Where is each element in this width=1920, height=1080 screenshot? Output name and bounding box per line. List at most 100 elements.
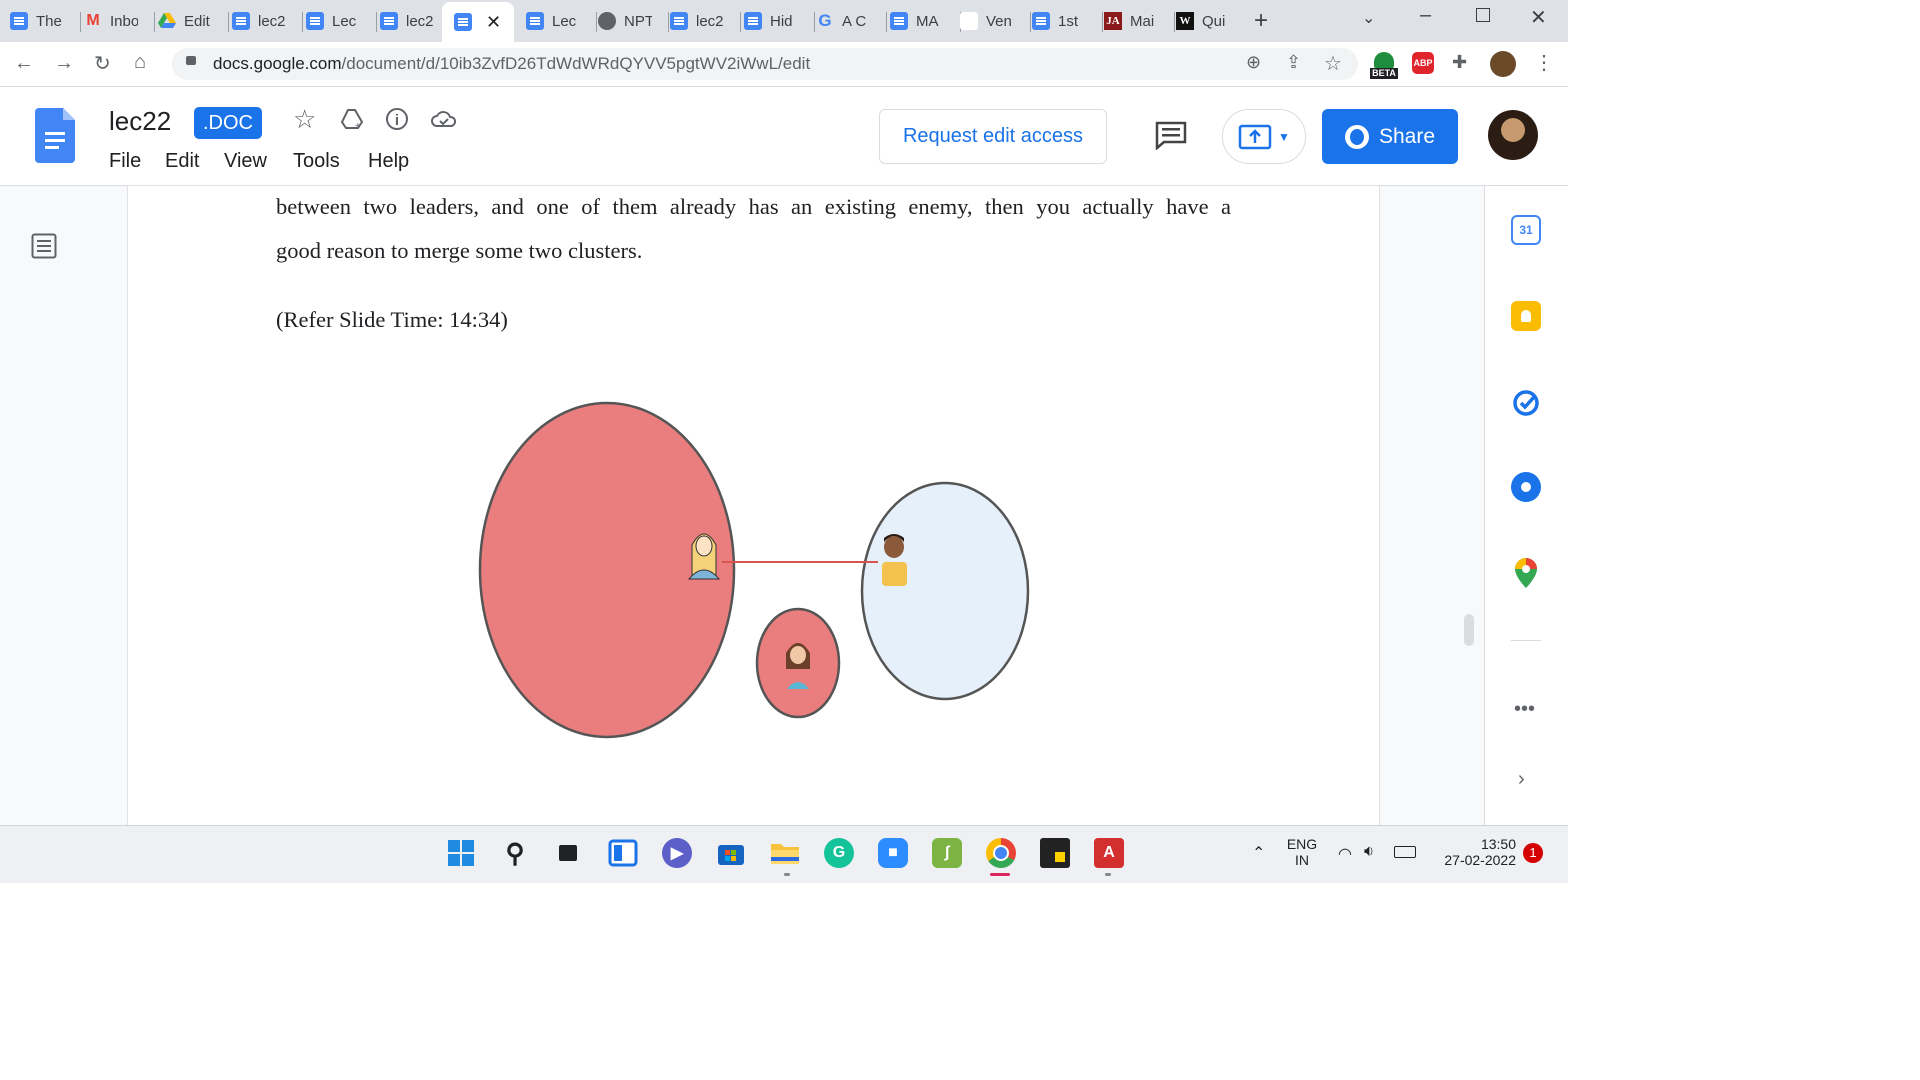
blank-icon (960, 12, 978, 30)
move-to-drive-icon[interactable]: + (340, 108, 364, 132)
star-icon[interactable]: ☆ (293, 104, 316, 135)
acrobat-icon[interactable]: A (1094, 838, 1124, 868)
request-edit-access-button[interactable]: Request edit access (879, 109, 1107, 164)
zoom-icon[interactable]: ⊕ (1246, 52, 1261, 73)
file-explorer-icon[interactable] (770, 838, 800, 868)
lock-icon[interactable] (186, 56, 196, 65)
widgets-icon[interactable] (608, 838, 638, 868)
menu-edit[interactable]: Edit (165, 150, 199, 173)
slide-reference: (Refer Slide Time: 14:34) (276, 307, 508, 332)
tab[interactable]: MA (890, 4, 961, 38)
minimize-icon[interactable]: – (1420, 4, 1431, 27)
tab[interactable]: Lec (526, 4, 597, 38)
search-icon[interactable]: ⚲ (500, 838, 530, 868)
forward-icon[interactable]: → (54, 52, 74, 75)
window-close-icon[interactable]: ✕ (1530, 5, 1547, 30)
tab[interactable]: The (10, 4, 81, 38)
tab[interactable]: Lec (306, 4, 377, 38)
tab[interactable]: Ven (960, 4, 1031, 38)
active-app-indicator (990, 873, 1010, 876)
comments-icon[interactable] (1154, 120, 1188, 151)
new-tab-icon[interactable]: + (1254, 7, 1268, 35)
tab[interactable]: Hid (744, 4, 815, 38)
battery-icon[interactable] (1394, 846, 1416, 858)
chrome-icon[interactable] (986, 838, 1016, 868)
tab[interactable]: M Inbo (84, 4, 155, 38)
tab[interactable]: JA Mai (1104, 4, 1175, 38)
doc-title[interactable]: lec22 (109, 106, 171, 137)
format-badge: .DOC (194, 107, 262, 139)
docs-icon (232, 12, 250, 30)
reload-icon[interactable]: ↻ (94, 51, 111, 76)
share-page-icon[interactable]: ⇪ (1286, 52, 1301, 73)
gmail-icon: M (86, 12, 100, 29)
chevron-right-icon[interactable]: › (1518, 768, 1525, 791)
task-view-icon[interactable] (553, 838, 583, 868)
docs-icon (890, 12, 908, 30)
maps-icon[interactable] (1511, 558, 1541, 588)
tab[interactable]: lec2 (232, 4, 303, 38)
chevron-down-icon: ▼ (1278, 129, 1290, 144)
tab[interactable]: Edit (158, 4, 229, 38)
sticky-notes-icon[interactable] (1040, 838, 1070, 868)
menu-help[interactable]: Help (368, 150, 409, 173)
clock[interactable]: 13:50 27-02-2022 (1430, 836, 1516, 868)
tab[interactable]: W Qui (1176, 4, 1246, 38)
wifi-icon[interactable]: ◠ (1338, 844, 1352, 864)
menu-view[interactable]: View (224, 150, 267, 173)
language-indicator[interactable]: ENG IN (1284, 836, 1320, 868)
back-icon[interactable]: ← (14, 52, 34, 75)
notepad-icon[interactable]: ʃ (932, 838, 962, 868)
info-icon[interactable]: i (386, 108, 408, 130)
more-icon[interactable]: ••• (1514, 698, 1535, 721)
slide-image (478, 401, 1030, 739)
extensions-puzzle-icon[interactable]: ✚ (1452, 52, 1467, 73)
menu-tools[interactable]: Tools (293, 150, 340, 173)
home-icon[interactable]: ⌂ (134, 51, 146, 74)
docs-icon (10, 12, 28, 30)
w-icon: W (1176, 12, 1194, 30)
tab[interactable]: 1st (1032, 4, 1103, 38)
restore-icon[interactable] (1476, 8, 1490, 22)
cloud-saved-icon[interactable] (431, 110, 457, 128)
divider (1511, 640, 1541, 641)
volume-icon[interactable]: 🔉︎ (1364, 843, 1374, 861)
tab-active[interactable]: ✕ (442, 2, 514, 42)
teams-chat-icon[interactable]: ▶ (662, 838, 692, 868)
contacts-icon[interactable] (1511, 472, 1541, 502)
document-outline-icon[interactable] (31, 233, 57, 259)
show-hidden-icons-icon[interactable]: ⌃ (1252, 843, 1265, 863)
tab[interactable]: NPT (598, 4, 669, 38)
tab[interactable]: lec2 (380, 4, 450, 38)
scrollbar-thumb[interactable] (1464, 614, 1474, 646)
tab-strip: The M Inbo Edit lec2 Lec lec2 ✕ Lec NPT l… (0, 0, 1568, 42)
notification-badge[interactable]: 1 (1523, 843, 1543, 863)
tab[interactable]: GA C (816, 4, 887, 38)
extension-beta-icon[interactable]: BETA (1370, 52, 1398, 80)
present-button[interactable]: ▼ (1222, 109, 1306, 164)
close-icon[interactable]: ✕ (486, 12, 501, 33)
grammarly-icon[interactable]: G (824, 838, 854, 868)
adblock-icon[interactable]: ABP (1412, 52, 1434, 74)
docs-icon (380, 12, 398, 30)
docs-logo-icon[interactable] (35, 108, 75, 163)
menu-file[interactable]: File (109, 150, 141, 173)
store-icon[interactable] (716, 838, 746, 868)
tab[interactable]: lec2 (670, 4, 741, 38)
keep-icon[interactable] (1511, 301, 1541, 331)
bookmark-star-icon[interactable]: ☆ (1324, 51, 1342, 76)
user-avatar[interactable] (1488, 110, 1538, 160)
app-indicator (1105, 873, 1111, 876)
tasks-icon[interactable] (1511, 388, 1541, 418)
share-button[interactable]: Share (1322, 109, 1458, 164)
profile-avatar[interactable] (1490, 51, 1516, 77)
globe-icon (598, 12, 616, 30)
url-text[interactable]: docs.google.com/document/d/10ib3ZvfD26Td… (213, 54, 810, 74)
browser-menu-icon[interactable]: ⋮ (1534, 50, 1554, 75)
tab-search-icon[interactable]: ⌄ (1362, 8, 1375, 28)
google-icon: G (818, 11, 832, 30)
zoom-meeting-icon[interactable]: ■ (878, 838, 908, 868)
windows-start-icon[interactable] (446, 838, 476, 868)
side-panel (1484, 186, 1569, 825)
calendar-icon[interactable]: 31 (1511, 215, 1541, 245)
